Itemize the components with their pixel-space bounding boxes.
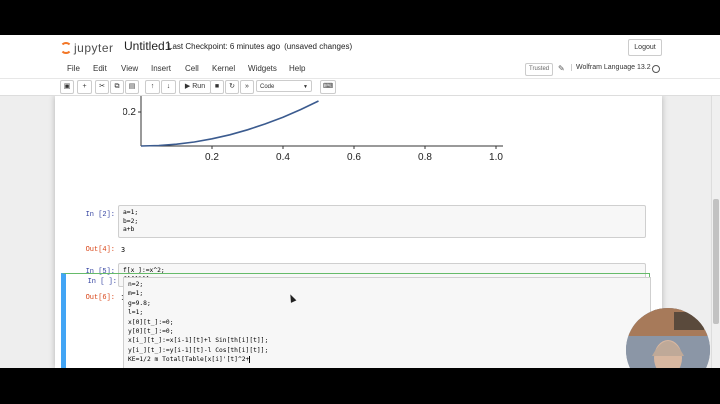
notebook-toolbar: ▣ + ✂ ⧉ ▤ ↑ ↓ ▶ Run ■ ↻ » Code ▼ ⌨ bbox=[0, 79, 720, 96]
active-code-cell[interactable]: In [ ]: n=2; m=1; g=9.8; l=1; x[0][t_]:=… bbox=[61, 273, 651, 368]
x-tick-label-4: 1.0 bbox=[489, 152, 503, 163]
x-tick-label-2: 0.6 bbox=[347, 152, 361, 163]
move-up-button[interactable]: ↑ bbox=[145, 80, 160, 94]
restart-icon: ↻ bbox=[229, 83, 235, 90]
notebook-container: 0.2 0.4 0.6 0.8 1.0 0.2 In [2]: a=1; b=2; a+… bbox=[55, 96, 662, 368]
cell-1-code: a=1; b=2; a+b bbox=[123, 209, 139, 234]
copy-icon: ⧉ bbox=[114, 83, 120, 90]
plot-y-ticks: 0.2 bbox=[123, 107, 141, 118]
insert-cell-button[interactable]: + bbox=[77, 80, 92, 94]
keyboard-icon: ⌨ bbox=[322, 83, 334, 90]
kernel-idle-icon bbox=[652, 65, 660, 73]
arrow-down-icon: ↓ bbox=[166, 83, 171, 90]
plus-icon: + bbox=[82, 83, 87, 90]
cell-type-value: Code bbox=[260, 84, 275, 90]
cell-1-input[interactable]: a=1; b=2; a+b bbox=[118, 205, 646, 238]
menu-bar: File Edit View Insert Cell Kernel Widget… bbox=[0, 61, 720, 79]
paste-icon: ▤ bbox=[128, 83, 136, 90]
cell-3-code: n=2; m=1; g=9.8; l=1; x[0][t_]:=0; y[0][… bbox=[128, 280, 268, 365]
cell-1-in-prompt: In [2]: bbox=[85, 211, 115, 219]
output-plot: 0.2 0.4 0.6 0.8 1.0 0.2 bbox=[123, 96, 503, 163]
restart-button[interactable]: ↻ bbox=[225, 80, 239, 94]
interrupt-button[interactable]: ■ bbox=[210, 80, 224, 94]
plot-series-line bbox=[140, 100, 319, 147]
save-icon: ▣ bbox=[63, 83, 71, 90]
play-icon: ▶ bbox=[184, 83, 191, 90]
copy-button[interactable]: ⧉ bbox=[110, 80, 124, 94]
notebook-title[interactable]: Untitled1 bbox=[124, 39, 171, 53]
chevron-down-icon: ▼ bbox=[303, 84, 308, 90]
cell-3-in-prompt: In [ ]: bbox=[87, 278, 117, 286]
run-label: Run bbox=[192, 83, 206, 90]
jupyter-logo-text: jupyter bbox=[74, 41, 114, 55]
menu-widgets[interactable]: Widgets bbox=[248, 64, 277, 73]
x-tick-label-0: 0.2 bbox=[205, 152, 219, 163]
checkpoint-status: Last Checkpoint: 6 minutes ago (unsaved c… bbox=[168, 42, 352, 51]
unsaved-indicator: (unsaved changes) bbox=[284, 42, 353, 51]
menu-help[interactable]: Help bbox=[289, 64, 305, 73]
arrow-up-icon: ↑ bbox=[150, 83, 155, 90]
run-button[interactable]: ▶ Run bbox=[179, 80, 211, 94]
stop-icon: ■ bbox=[214, 83, 220, 90]
cell-3-code-text: n=2; m=1; g=9.8; l=1; x[0][t_]:=0; y[0][… bbox=[128, 281, 269, 364]
command-palette-button[interactable]: ⌨ bbox=[320, 80, 336, 94]
fast-forward-icon: » bbox=[245, 83, 249, 90]
scissors-icon: ✂ bbox=[99, 83, 105, 90]
menu-kernel[interactable]: Kernel bbox=[212, 64, 235, 73]
logout-button[interactable]: Logout bbox=[628, 39, 662, 56]
cell-type-select[interactable]: Code ▼ bbox=[256, 80, 312, 92]
menu-edit[interactable]: Edit bbox=[93, 64, 107, 73]
vertical-scrollbar[interactable] bbox=[711, 96, 720, 368]
cell-1-output: 3 bbox=[121, 246, 126, 254]
jupyter-logo[interactable]: jupyter bbox=[60, 38, 114, 58]
cell-1-out-prompt: Out[4]: bbox=[85, 246, 115, 254]
plot-x-ticks: 0.2 0.4 0.6 0.8 1.0 bbox=[205, 146, 503, 163]
trusted-badge[interactable]: Trusted bbox=[525, 63, 554, 76]
save-button[interactable]: ▣ bbox=[60, 80, 74, 94]
text-cursor bbox=[249, 355, 251, 363]
browser-viewport: jupyter Untitled1 Last Checkpoint: 6 min… bbox=[0, 35, 720, 368]
kernel-name[interactable]: Wolfram Language 13.2 bbox=[571, 64, 651, 71]
checkpoint-text: Last Checkpoint: 6 minutes ago bbox=[168, 42, 281, 51]
menu-file[interactable]: File bbox=[67, 64, 80, 73]
menu-view[interactable]: View bbox=[121, 64, 138, 73]
cut-button[interactable]: ✂ bbox=[95, 80, 109, 94]
menu-cell[interactable]: Cell bbox=[185, 64, 199, 73]
menu-insert[interactable]: Insert bbox=[151, 64, 171, 73]
notebook-header: jupyter Untitled1 Last Checkpoint: 6 min… bbox=[0, 35, 720, 61]
scrollbar-thumb[interactable] bbox=[713, 199, 719, 324]
move-down-button[interactable]: ↓ bbox=[161, 80, 176, 94]
y-tick-label-0: 0.2 bbox=[123, 107, 136, 118]
restart-run-all-button[interactable]: » bbox=[240, 80, 254, 94]
paste-button[interactable]: ▤ bbox=[125, 80, 139, 94]
cell-3-input[interactable]: n=2; m=1; g=9.8; l=1; x[0][t_]:=0; y[0][… bbox=[123, 277, 651, 368]
jupyter-logo-icon bbox=[60, 40, 72, 56]
x-tick-label-1: 0.4 bbox=[276, 152, 290, 163]
edit-pencil-icon[interactable]: ✎ bbox=[558, 64, 565, 73]
notebook-area[interactable]: 0.2 0.4 0.6 0.8 1.0 0.2 In [2]: a=1; b=2; a+… bbox=[0, 96, 720, 368]
x-tick-label-3: 0.8 bbox=[418, 152, 432, 163]
